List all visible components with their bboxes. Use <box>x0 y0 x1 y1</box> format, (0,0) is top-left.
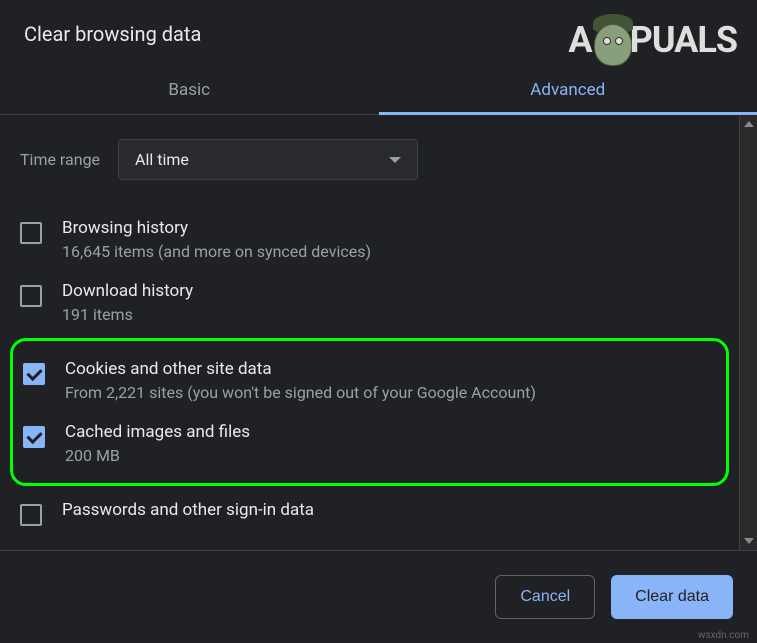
checkbox-browsing-history[interactable] <box>20 222 42 244</box>
time-range-dropdown[interactable]: All time <box>118 139 418 180</box>
attribution-text: wsxdn.com <box>698 630 749 641</box>
item-title: Passwords and other sign-in data <box>62 500 719 520</box>
checkbox-cookies[interactable] <box>23 363 45 385</box>
item-title: Download history <box>62 281 719 301</box>
item-content: Cookies and other site data From 2,221 s… <box>65 359 716 402</box>
time-range-label: Time range <box>20 150 100 169</box>
scrollbar[interactable] <box>739 115 757 550</box>
clear-data-button[interactable]: Clear data <box>611 575 733 619</box>
tabs-container: Basic Advanced <box>0 66 757 115</box>
watermark-logo: A PUALS <box>568 10 737 70</box>
item-subtitle: 16,645 items (and more on synced devices… <box>62 242 719 261</box>
chevron-down-icon <box>744 538 754 544</box>
watermark-suffix: PUALS <box>630 19 737 61</box>
scroll-track[interactable] <box>740 133 757 532</box>
item-cookies[interactable]: Cookies and other site data From 2,221 s… <box>23 349 716 412</box>
dialog-footer: Cancel Clear data <box>0 550 757 643</box>
item-subtitle: From 2,221 sites (you won't be signed ou… <box>65 383 716 402</box>
chevron-down-icon <box>389 157 401 163</box>
tab-advanced[interactable]: Advanced <box>379 66 757 114</box>
item-title: Browsing history <box>62 218 719 238</box>
item-title: Cached images and files <box>65 422 716 442</box>
time-range-value: All time <box>135 150 189 169</box>
item-title: Cookies and other site data <box>65 359 716 379</box>
tab-basic[interactable]: Basic <box>0 66 379 114</box>
time-range-row: Time range All time <box>20 139 719 180</box>
item-cache[interactable]: Cached images and files 200 MB <box>23 412 716 475</box>
item-content: Browsing history 16,645 items (and more … <box>62 218 719 261</box>
highlight-annotation: Cookies and other site data From 2,221 s… <box>10 338 729 486</box>
checkbox-passwords[interactable] <box>20 504 42 526</box>
content-wrapper: Time range All time Browsing history 16,… <box>0 115 757 550</box>
item-passwords[interactable]: Passwords and other sign-in data <box>20 490 719 536</box>
checkbox-download-history[interactable] <box>20 285 42 307</box>
cancel-button[interactable]: Cancel <box>495 575 595 619</box>
item-download-history[interactable]: Download history 191 items <box>20 271 719 334</box>
item-subtitle: 200 MB <box>65 446 716 465</box>
content-area: Time range All time Browsing history 16,… <box>0 115 739 550</box>
item-content: Cached images and files 200 MB <box>65 422 716 465</box>
chevron-up-icon <box>744 121 754 127</box>
mascot-icon <box>588 10 638 70</box>
clear-browsing-data-dialog: A PUALS Clear browsing data Basic Advanc… <box>0 0 757 643</box>
item-content: Passwords and other sign-in data <box>62 500 719 524</box>
item-subtitle: 191 items <box>62 305 719 324</box>
scroll-up-button[interactable] <box>740 115 757 133</box>
checkbox-cache[interactable] <box>23 426 45 448</box>
item-content: Download history 191 items <box>62 281 719 324</box>
scroll-down-button[interactable] <box>740 532 757 550</box>
item-browsing-history[interactable]: Browsing history 16,645 items (and more … <box>20 208 719 271</box>
